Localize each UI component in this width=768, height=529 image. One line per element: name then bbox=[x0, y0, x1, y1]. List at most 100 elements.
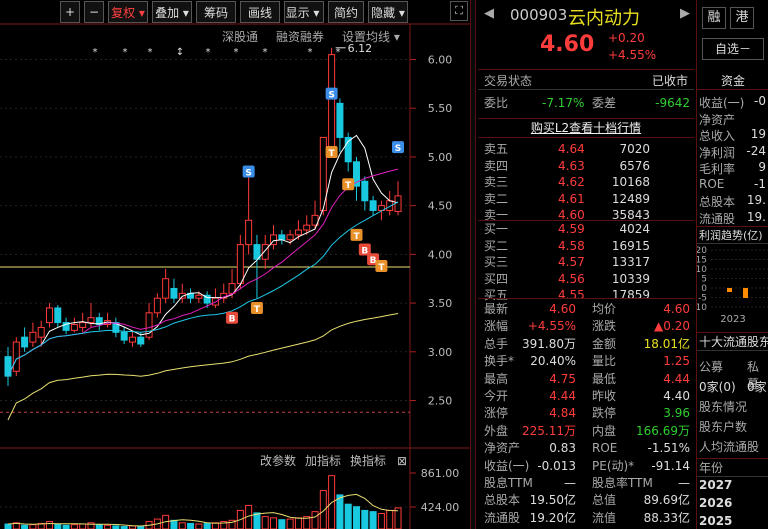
stat-l1: 换手* bbox=[484, 354, 515, 369]
link-per-capita[interactable]: 人均流通股 bbox=[699, 438, 759, 455]
volume-tick-label: 861.00 bbox=[421, 467, 460, 480]
stat-l1: 今开 bbox=[484, 389, 509, 403]
ask-level: 卖三 bbox=[484, 175, 509, 189]
holders-count-private: 0家 bbox=[747, 380, 767, 394]
stat-l2: 内盘 bbox=[592, 423, 617, 438]
candle-body bbox=[4, 356, 12, 377]
candle-body bbox=[162, 278, 170, 299]
ask-level: 卖五 bbox=[484, 142, 509, 156]
signal-marker: * bbox=[263, 47, 268, 58]
signal-badge-label: S bbox=[328, 91, 334, 101]
stat-row: 总股本 19.50亿 总值 89.69亿 bbox=[478, 491, 694, 509]
bid-row: 买二 4.58 16915 bbox=[478, 237, 694, 255]
next-stock-icon[interactable]: ▶ bbox=[680, 6, 690, 21]
finance-value: 19. bbox=[746, 193, 766, 207]
stats-divider bbox=[478, 298, 694, 299]
finance-label: ROE bbox=[699, 176, 725, 191]
stat-v1: 4.75 bbox=[549, 371, 576, 386]
volume-bar bbox=[187, 522, 195, 529]
profit-tick-label: -5 bbox=[698, 294, 707, 304]
stat-row: 今开 4.44 昨收 4.40 bbox=[478, 387, 694, 405]
stat-l1: 外盘 bbox=[484, 423, 509, 438]
volume-bar bbox=[278, 519, 286, 529]
weibi-value: -7.17% bbox=[542, 96, 585, 110]
stat-l1: 涨幅 bbox=[484, 319, 509, 334]
ask-price: 4.62 bbox=[558, 175, 585, 189]
signal-badge-label: B bbox=[229, 315, 236, 325]
rong-button[interactable]: 融 bbox=[702, 7, 726, 29]
ask-volume: 10168 bbox=[611, 175, 650, 189]
volume-bar bbox=[79, 523, 87, 529]
volume-bar bbox=[54, 523, 62, 529]
bid-price: 4.59 bbox=[558, 222, 585, 236]
quote-panel: ◀ 000903 云内动力 ▶ 4.60 +0.20 +4.55% 交易状态 已… bbox=[478, 0, 694, 529]
stat-row: 流通股 19.20亿 流值 88.33亿 bbox=[478, 509, 694, 527]
stat-v2: 166.69万 bbox=[636, 423, 690, 438]
stock-change-pct: +4.55% bbox=[608, 48, 657, 62]
link-holder-count[interactable]: 股东户数 bbox=[699, 418, 747, 435]
volume-bar bbox=[170, 519, 178, 529]
stock-app: + − 复权 ▾ 叠加 ▾ 筹码 画线 显示 ▾ 简约 隐藏 ▾ ⛶ 深股通 融资融券 设置均线… bbox=[0, 0, 768, 529]
finance-label: 总收入 bbox=[699, 129, 736, 143]
panel-divider[interactable] bbox=[470, 0, 476, 529]
volume-bar bbox=[319, 490, 327, 529]
stat-l2: 金额 bbox=[592, 336, 617, 351]
trade-status-label: 交易状态 bbox=[484, 74, 533, 88]
candle-body bbox=[170, 287, 178, 299]
stat-l1: 总股本 bbox=[484, 493, 521, 508]
signal-marker: * bbox=[148, 47, 153, 58]
side-panel: 资金 收益(一) -0 净资产 总收入 19 净利润 -24 毛利率 9 ROE -1 总股本 19. 流… bbox=[696, 0, 768, 529]
volume-bar bbox=[70, 524, 78, 529]
stock-price: 4.60 bbox=[540, 32, 595, 57]
volume-bar bbox=[361, 509, 369, 529]
prev-stock-icon[interactable]: ◀ bbox=[484, 6, 494, 21]
tab-funds[interactable]: 资金 bbox=[697, 72, 768, 90]
volume-bar bbox=[203, 522, 211, 529]
signal-badge-label: S bbox=[245, 169, 251, 179]
indicator-link-switch: 换指标 bbox=[350, 453, 386, 468]
price-tick-label: 6.00 bbox=[428, 53, 453, 66]
price-tick-label: 5.50 bbox=[428, 102, 453, 115]
indicator-link-params: 改参数 bbox=[260, 453, 296, 468]
stat-l1: 股息TTM bbox=[484, 476, 533, 490]
holders-count-public: 0家(0) bbox=[699, 380, 736, 394]
ask-price: 4.64 bbox=[558, 142, 585, 156]
volume-bar bbox=[377, 513, 385, 529]
candle-body bbox=[336, 102, 344, 138]
stat-row: 最新 4.60 均价 4.60 bbox=[478, 300, 694, 318]
candle-body bbox=[87, 317, 95, 324]
link-holder-info[interactable]: 股东情况 bbox=[699, 398, 747, 415]
stat-row: 涨幅 +4.55% 涨跌 ▲0.20 bbox=[478, 317, 694, 335]
kline-chart[interactable]: 6.00 5.50 5.00 4.50 4.00 3.50 3.00 2.50 * * * ↕ * * * *… bbox=[0, 0, 470, 529]
bid-level: 买一 bbox=[484, 222, 509, 236]
stat-row: 总手 391.80万 金额 18.01亿 bbox=[478, 335, 694, 353]
stat-l2: ROE bbox=[592, 441, 618, 456]
bid-row: 买四 4.56 10339 bbox=[478, 270, 694, 288]
stat-v2: 4.40 bbox=[663, 389, 690, 403]
gang-button[interactable]: 港 bbox=[730, 7, 754, 29]
stat-l1: 流通股 bbox=[484, 510, 521, 525]
volume-bar bbox=[270, 517, 278, 529]
stat-v2: 3.96 bbox=[663, 406, 690, 421]
stat-v1: 391.80万 bbox=[522, 336, 576, 351]
stat-v1: 19.20亿 bbox=[529, 510, 576, 525]
stock-code: 000903 bbox=[510, 6, 568, 24]
stat-v1: — bbox=[564, 476, 576, 490]
candle-body bbox=[12, 341, 20, 372]
profit-tick-label: 5 bbox=[701, 275, 707, 285]
profit-trend-chart: 20151050-5-10 2023 bbox=[697, 246, 768, 324]
volume-bar bbox=[104, 524, 112, 529]
volume-bar bbox=[311, 511, 319, 529]
volume-bar bbox=[369, 511, 377, 529]
l2-link[interactable]: 购买L2查看十档行情 bbox=[531, 121, 641, 135]
stat-v1: 20.40% bbox=[530, 354, 576, 369]
volume-bar bbox=[4, 523, 12, 529]
profit-tick-label: 20 bbox=[697, 246, 707, 256]
signal-marker: * bbox=[93, 47, 98, 58]
candle-body bbox=[294, 229, 302, 236]
indicator-link-add: 加指标 bbox=[305, 453, 341, 468]
stat-v1: -0.013 bbox=[537, 458, 576, 473]
watchlist-button[interactable]: 自选－ bbox=[702, 38, 764, 60]
holders-tab-public[interactable]: 公募 bbox=[699, 358, 723, 375]
profit-bar bbox=[727, 288, 732, 292]
